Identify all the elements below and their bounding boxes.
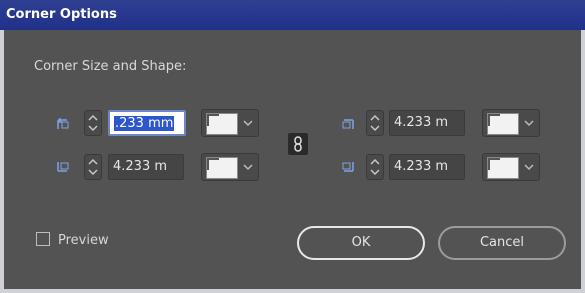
top-right-stepper[interactable] bbox=[366, 110, 384, 136]
top-right-shape-select[interactable] bbox=[482, 109, 540, 137]
bottom-right-radius-input[interactable]: 4.233 m bbox=[389, 154, 465, 180]
top-right-corner-icon bbox=[342, 119, 354, 129]
checkbox-box[interactable] bbox=[36, 232, 50, 246]
bottom-left-shape-select[interactable] bbox=[201, 153, 259, 181]
corner-shape-swatch bbox=[206, 157, 238, 179]
corner-options-dialog: Corner Options Corner Size and Shape: .2… bbox=[0, 0, 585, 293]
corner-size-shape-label: Corner Size and Shape: bbox=[34, 59, 187, 74]
top-left-radius-input[interactable]: .233 mm bbox=[108, 110, 186, 136]
bottom-left-radius-input[interactable]: 4.233 m bbox=[108, 154, 184, 180]
corner-shape-swatch bbox=[487, 113, 519, 135]
bottom-left-corner-icon bbox=[57, 162, 69, 172]
corner-shape-swatch bbox=[487, 157, 519, 179]
link-corners-button[interactable] bbox=[288, 133, 308, 155]
preview-label: Preview bbox=[58, 233, 109, 248]
chevron-down-icon bbox=[524, 120, 534, 127]
chevron-down-icon bbox=[243, 120, 253, 127]
ok-button[interactable]: OK bbox=[297, 226, 425, 260]
bottom-right-corner-icon bbox=[342, 162, 354, 172]
bottom-left-stepper[interactable] bbox=[84, 154, 102, 180]
bottom-right-stepper[interactable] bbox=[366, 154, 384, 180]
chevron-down-icon bbox=[243, 164, 253, 171]
top-left-shape-select[interactable] bbox=[201, 109, 259, 137]
top-left-radius-value: .233 mm bbox=[114, 116, 175, 131]
chevron-down-icon bbox=[524, 164, 534, 171]
title-bar[interactable]: Corner Options bbox=[0, 0, 585, 30]
top-left-stepper[interactable] bbox=[84, 110, 102, 136]
preview-checkbox[interactable]: Preview bbox=[36, 232, 109, 250]
corner-shape-swatch bbox=[206, 113, 238, 135]
top-right-radius-input[interactable]: 4.233 m bbox=[389, 110, 465, 136]
top-left-corner-icon bbox=[57, 118, 69, 129]
bottom-right-shape-select[interactable] bbox=[482, 153, 540, 181]
cancel-button[interactable]: Cancel bbox=[438, 226, 566, 260]
dialog-title: Corner Options bbox=[6, 7, 117, 22]
chain-link-icon bbox=[294, 136, 302, 152]
